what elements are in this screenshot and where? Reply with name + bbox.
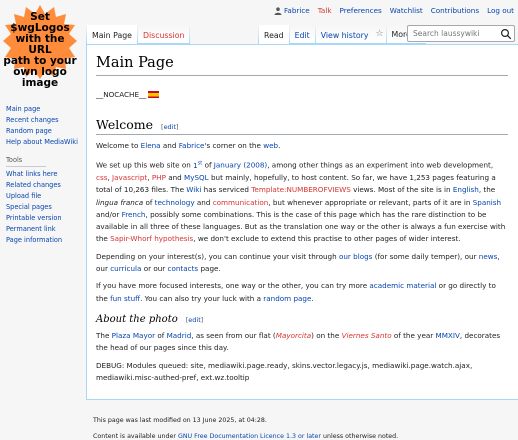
english-link[interactable]: English (453, 185, 479, 194)
logo-text: Set $wgLogos with the URL path to your o… (3, 11, 77, 89)
edit-link-photo[interactable]: edit (188, 316, 200, 324)
edit-section-welcome: [edit] (161, 123, 179, 131)
sidebar-item-recent-changes[interactable]: Recent changes (6, 116, 59, 124)
mysql-link[interactable]: MySQL (184, 173, 209, 182)
content-area: Main Page __NOCACHE__ Welcome [edit] Wel… (86, 44, 518, 400)
plaza-mayor-link[interactable]: Plaza Mayor (112, 331, 155, 340)
search-input[interactable] (408, 29, 500, 38)
paragraph-photo: The Plaza Mayor of Madrid, as seen from … (96, 330, 501, 353)
sapir-whorf-link[interactable]: Sapir-Whorf hypothesis (110, 234, 193, 243)
edit-link-welcome[interactable]: edit (164, 123, 176, 131)
blogs-link[interactable]: our blogs (339, 252, 372, 261)
search-box (407, 25, 515, 42)
sidebar-item-permanent-link[interactable]: Permanent link (6, 225, 56, 233)
web-link[interactable]: web (263, 141, 278, 150)
news-link[interactable]: news (479, 252, 498, 261)
css-link[interactable]: css (96, 173, 107, 182)
sidebar-item-related-changes[interactable]: Related changes (6, 181, 61, 189)
footer-license: Content is available under GNU Free Docu… (93, 433, 399, 440)
site-logo[interactable]: Set $wgLogos with the URL path to your o… (2, 4, 78, 89)
january-link[interactable]: January (214, 161, 241, 170)
search-icon[interactable] (500, 28, 512, 40)
mmxiv-link[interactable]: MMXIV (436, 331, 460, 340)
logout-link[interactable]: Log out (487, 6, 514, 15)
sidebar-item-random-page[interactable]: Random page (6, 127, 52, 135)
paragraph-interests: If you have more focused interests, one … (96, 281, 496, 303)
template-link[interactable]: Template:NUMBEROFVIEWS (251, 185, 351, 194)
technology-link[interactable]: technology (155, 198, 195, 207)
tools-heading: Tools (6, 156, 46, 167)
curricula-link[interactable]: curricula (110, 264, 141, 273)
tab-discussion[interactable]: Discussion (137, 25, 190, 44)
welcome-heading: Welcome (96, 117, 154, 132)
viernes-santo-link[interactable]: Viernes Santo (342, 331, 392, 340)
sidebar-item-what-links-here[interactable]: What links here (6, 170, 57, 178)
sidebar-item-upload-file[interactable]: Upload file (6, 192, 41, 200)
user-name[interactable]: Fabrice (284, 6, 310, 15)
debug-text: DEBUG: Modules queued: site, mediawiki.p… (96, 360, 473, 382)
watchlist-link[interactable]: Watchlist (390, 6, 423, 15)
footer-last-modified: This page was last modified on 13 June 2… (93, 417, 267, 424)
mayorcita-link[interactable]: Mayorcita (276, 331, 311, 340)
wiki-link[interactable]: Wiki (186, 185, 201, 194)
paragraph-depending: Depending on your interest(s), you can c… (96, 251, 500, 274)
first-link[interactable]: 1st (193, 160, 202, 169)
sidebar-item-printable-version[interactable]: Printable version (6, 214, 62, 222)
javascript-link[interactable]: Javascript (112, 173, 147, 182)
nocache-line: __NOCACHE__ (96, 90, 508, 99)
sidebar-item-help[interactable]: Help about MediaWiki (6, 138, 78, 146)
paragraph-intro: We set up this web site on 1st of Januar… (96, 160, 506, 244)
year-link[interactable]: (2008) (243, 161, 267, 170)
tab-view-history[interactable]: View history (315, 25, 374, 44)
contacts-link[interactable]: contacts (168, 264, 199, 273)
tab-read[interactable]: Read (259, 25, 289, 44)
namespace-tabs: Main Page Discussion (86, 25, 191, 44)
personal-tools: Fabrice Talk Preferences Watchlist Contr… (274, 6, 514, 15)
section-about-photo: About the photo [edit] (96, 314, 508, 325)
spain-flag-icon[interactable] (148, 91, 160, 98)
preferences-link[interactable]: Preferences (340, 6, 382, 15)
communication-link[interactable]: communication (213, 198, 269, 207)
elena-link[interactable]: Elena (141, 141, 161, 150)
french-link[interactable]: French (122, 210, 146, 219)
user-link[interactable]: Fabrice (274, 6, 310, 15)
contributions-link[interactable]: Contributions (431, 6, 479, 15)
fabrice-link[interactable]: Fabrice (179, 141, 205, 150)
sidebar: Main page Recent changes Random page Hel… (6, 104, 84, 246)
talk-link[interactable]: Talk (318, 6, 332, 15)
watch-star-icon[interactable]: ☆ (373, 25, 386, 44)
view-tabs: Read Edit View history ☆ More (258, 25, 426, 44)
about-photo-heading: About the photo (96, 313, 178, 325)
random-page-link[interactable]: random page (263, 294, 311, 303)
sidebar-item-page-information[interactable]: Page information (6, 236, 62, 244)
page-title: Main Page (96, 55, 508, 76)
fun-stuff-link[interactable]: fun stuff (110, 294, 140, 303)
tools-menu: What links here Related changes Upload f… (6, 169, 84, 246)
tab-edit[interactable]: Edit (289, 25, 315, 44)
madrid-link[interactable]: Madrid (167, 331, 192, 340)
sidebar-item-special-pages[interactable]: Special pages (6, 203, 52, 211)
tab-main-page[interactable]: Main Page (87, 25, 137, 44)
navigation-menu: Main page Recent changes Random page Hel… (6, 104, 84, 148)
paragraph-welcome: Welcome to Elena and Fabrice's corner on… (96, 141, 281, 150)
edit-section-photo: [edit] (185, 315, 204, 324)
tab-separator (189, 25, 191, 44)
php-link[interactable]: PHP (152, 173, 166, 182)
spanish-link[interactable]: Spanish (473, 198, 501, 207)
sidebar-item-main-page[interactable]: Main page (6, 105, 40, 113)
section-welcome: Welcome [edit] (96, 117, 508, 135)
user-icon (274, 6, 282, 15)
nocache-text: __NOCACHE__ (96, 90, 147, 99)
academic-material-link[interactable]: academic material (369, 281, 436, 290)
license-link[interactable]: GNU Free Documentation Licence 1.3 or la… (178, 433, 321, 440)
